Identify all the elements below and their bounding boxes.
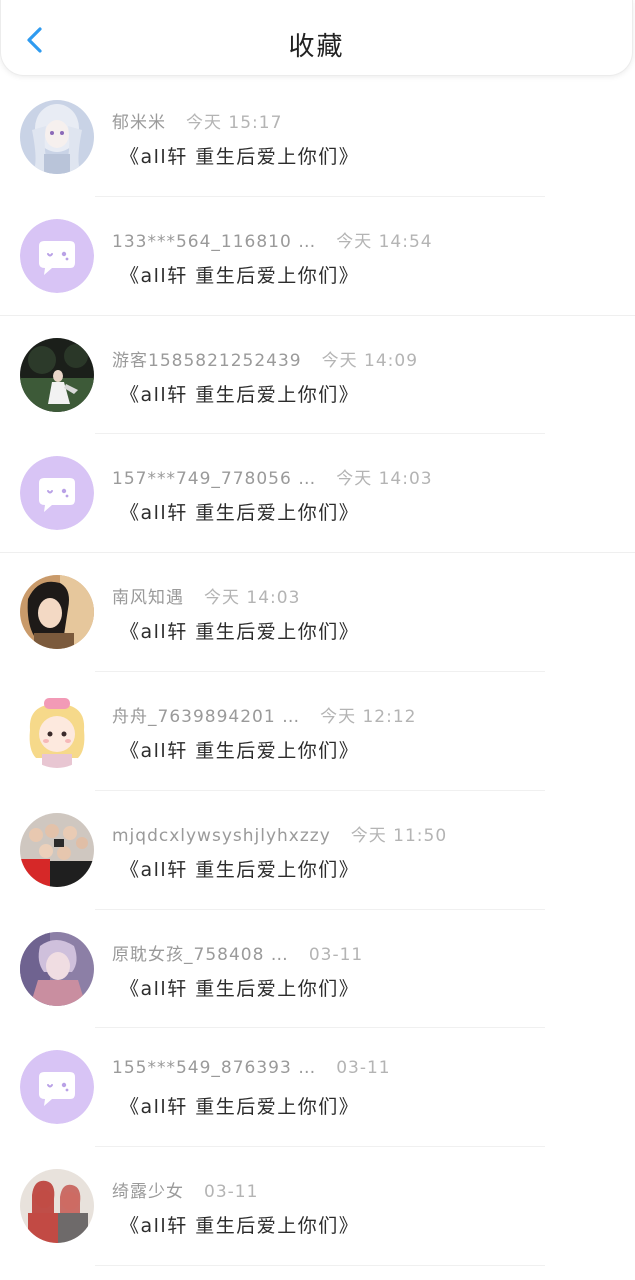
list-item[interactable]: 155***549_876393 … 03-11 《all轩 重生后爱上你们》 (0, 1028, 635, 1148)
list-item[interactable]: 舟舟_7639894201 … 今天 12:12 《all轩 重生后爱上你们》 (0, 672, 635, 791)
avatar[interactable] (20, 100, 94, 174)
avatar[interactable] (20, 1169, 94, 1244)
duo-photo-avatar-icon (20, 1169, 94, 1244)
avatar[interactable] (20, 218, 94, 293)
timestamp: 今天 14:03 (336, 469, 433, 490)
cartoon-girl-avatar-icon (20, 693, 94, 768)
item-meta: 绮露少女 03-11 (112, 1177, 258, 1202)
username[interactable]: 157***749_778056 … (112, 469, 316, 489)
avatar[interactable] (20, 456, 94, 531)
item-meta: 游客1585821252439 今天 14:09 (112, 346, 418, 371)
list-item[interactable]: 游客1585821252439 今天 14:09 《all轩 重生后爱上你们》 (0, 316, 635, 435)
default-chat-avatar-icon (20, 456, 94, 531)
avatar[interactable] (20, 337, 94, 412)
timestamp: 今天 12:12 (320, 706, 417, 727)
timestamp: 今天 14:54 (336, 231, 433, 252)
list-item[interactable]: 原耽女孩_758408 … 03-11 《all轩 重生后爱上你们》 (0, 910, 635, 1029)
item-meta: 舟舟_7639894201 … 今天 12:12 (112, 702, 416, 727)
username[interactable]: 155***549_876393 … (112, 1058, 316, 1078)
list-item[interactable]: mjqdcxlywsyshjlyhxzzy 今天 11:50 《all轩 重生后爱… (0, 791, 635, 910)
list-item[interactable]: 133***564_116810 … 今天 14:54 《all轩 重生后爱上你们… (0, 197, 635, 316)
book-title[interactable]: 《all轩 重生后爱上你们》 (120, 736, 359, 763)
photo-avatar-icon (20, 337, 94, 412)
avatar[interactable] (20, 812, 94, 887)
anime-girl-avatar-icon (20, 100, 94, 174)
item-meta: 原耽女孩_758408 … 03-11 (112, 940, 363, 965)
list-item[interactable]: 157***749_778056 … 今天 14:03 《all轩 重生后爱上你们… (0, 434, 635, 554)
timestamp: 今天 15:17 (186, 113, 283, 133)
timestamp: 今天 11:50 (350, 825, 448, 846)
timestamp: 03-11 (308, 944, 364, 965)
group-photo-avatar-icon (20, 812, 94, 887)
list-item[interactable]: 绮露少女 03-11 《all轩 重生后爱上你们》 (0, 1147, 635, 1266)
favorites-list: 郁米米 今天 15:17 《all轩 重生后爱上你们》 133***564_116… (0, 78, 635, 1266)
top-bar: 收藏 (0, 0, 633, 76)
list-item[interactable]: 南风知遇 今天 14:03 《all轩 重生后爱上你们》 (0, 553, 635, 672)
username[interactable]: 郁米米 (112, 113, 166, 133)
username[interactable]: 133***564_116810 … (112, 232, 316, 252)
divider (95, 1264, 545, 1266)
timestamp: 今天 14:09 (321, 350, 419, 371)
book-title[interactable]: 《all轩 重生后爱上你们》 (120, 498, 359, 525)
item-meta: mjqdcxlywsyshjlyhxzzy 今天 11:50 (112, 821, 447, 846)
book-title[interactable]: 《all轩 重生后爱上你们》 (120, 380, 359, 407)
default-chat-avatar-icon (20, 1050, 94, 1125)
item-meta: 133***564_116810 … 今天 14:54 (112, 227, 433, 252)
book-title[interactable]: 《all轩 重生后爱上你们》 (120, 855, 359, 882)
timestamp: 03-11 (204, 1182, 259, 1203)
avatar[interactable] (20, 931, 94, 1006)
username[interactable]: 游客1585821252439 (112, 351, 302, 371)
item-meta: 南风知遇 今天 14:03 (112, 583, 300, 608)
avatar[interactable] (20, 575, 94, 650)
username[interactable]: mjqdcxlywsyshjlyhxzzy (112, 826, 331, 846)
book-title[interactable]: 《all轩 重生后爱上你们》 (120, 261, 359, 288)
username[interactable]: 原耽女孩_758408 … (112, 945, 289, 965)
list-item[interactable]: 郁米米 今天 15:17 《all轩 重生后爱上你们》 (0, 78, 635, 197)
illustration-avatar-icon (20, 575, 94, 650)
timestamp: 今天 14:03 (204, 588, 301, 609)
item-meta: 155***549_876393 … 03-11 (112, 1058, 391, 1078)
page-title: 收藏 (288, 32, 345, 62)
anime-boy-avatar-icon (20, 931, 94, 1006)
avatar[interactable] (20, 1050, 94, 1125)
book-title[interactable]: 《all轩 重生后爱上你们》 (120, 1092, 359, 1119)
timestamp: 03-11 (336, 1058, 391, 1079)
username[interactable]: 舟舟_7639894201 … (112, 707, 300, 727)
item-meta: 157***749_778056 … 今天 14:03 (112, 464, 433, 489)
book-title[interactable]: 《all轩 重生后爱上你们》 (120, 1211, 359, 1238)
book-title[interactable]: 《all轩 重生后爱上你们》 (120, 974, 359, 1001)
username[interactable]: 绮露少女 (112, 1182, 184, 1202)
avatar[interactable] (20, 693, 94, 768)
book-title[interactable]: 《all轩 重生后爱上你们》 (120, 617, 359, 644)
username[interactable]: 南风知遇 (112, 588, 184, 608)
book-title[interactable]: 《all轩 重生后爱上你们》 (120, 142, 359, 169)
item-meta: 郁米米 今天 15:17 (112, 108, 282, 133)
default-chat-avatar-icon (20, 218, 94, 293)
